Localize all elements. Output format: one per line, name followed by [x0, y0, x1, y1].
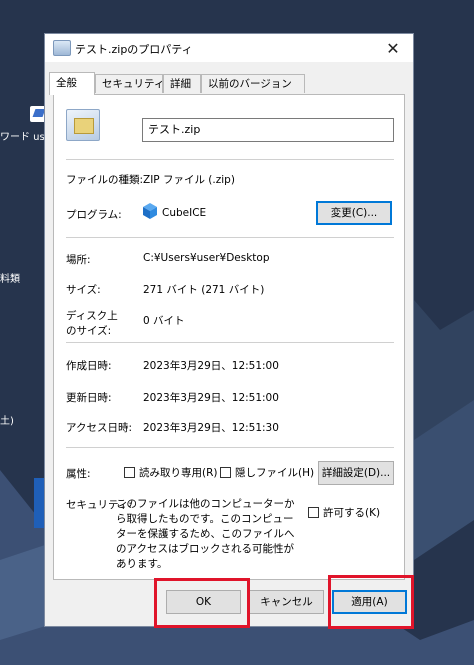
location-label: 場所:	[66, 254, 91, 266]
disk-size-label-line2: のサイズ:	[66, 325, 112, 337]
desktop-label-3[interactable]: 土)	[0, 412, 14, 427]
allow-checkbox[interactable]: 許可する(K)	[308, 505, 380, 520]
size-value: 271 バイト (271 バイト)	[143, 284, 265, 296]
hidden-label: 隠しファイル(H)	[235, 467, 315, 479]
attributes-label: 属性:	[66, 468, 91, 480]
checkbox-box[interactable]	[308, 507, 319, 518]
general-tab-panel: テスト.zip ファイルの種類: ZIP ファイル (.zip) プログラム: …	[53, 94, 405, 580]
disk-size-label-line1: ディスク上	[66, 310, 118, 322]
accessed-value: 2023年3月29日、12:51:30	[143, 422, 279, 434]
close-button[interactable]: ✕	[373, 34, 413, 62]
change-program-button[interactable]: 変更(C)...	[316, 201, 392, 225]
ok-highlight-box	[154, 578, 250, 628]
zip-file-icon	[66, 109, 100, 141]
readonly-checkbox[interactable]: 読み取り専用(R)	[124, 465, 218, 480]
title-bar[interactable]: テスト.zipのプロパティ ✕	[45, 34, 413, 62]
allow-label: 許可する(K)	[323, 507, 381, 519]
cubeice-icon	[143, 203, 157, 219]
divider	[66, 159, 394, 160]
file-type-label: ファイルの種類:	[66, 174, 144, 186]
checkbox-box[interactable]	[124, 467, 135, 478]
divider	[66, 447, 394, 448]
disk-size-value: 0 バイト	[143, 315, 185, 327]
properties-dialog: テスト.zipのプロパティ ✕ 全般 セキュリティ 詳細 以前のバージョン テス…	[44, 33, 414, 627]
created-label: 作成日時:	[66, 360, 112, 372]
tab-details[interactable]: 詳細	[163, 74, 201, 93]
advanced-attributes-button[interactable]: 詳細設定(D)...	[318, 461, 394, 485]
location-value: C:¥Users¥user¥Desktop	[143, 252, 270, 264]
modified-label: 更新日時:	[66, 392, 112, 404]
hidden-checkbox[interactable]: 隠しファイル(H)	[220, 465, 314, 480]
modified-value: 2023年3月29日、12:51:00	[143, 392, 279, 404]
dialog-title: テスト.zipのプロパティ	[75, 43, 193, 56]
program-label: プログラム:	[66, 209, 122, 221]
security-message: このファイルは他のコンピューターから取得したものです。このコンピューターを保護す…	[116, 498, 295, 570]
cancel-button[interactable]: キャンセル	[249, 590, 324, 614]
size-label: サイズ:	[66, 284, 101, 296]
program-value: CubeICE	[162, 207, 207, 219]
desktop-label-2[interactable]: 料類	[0, 270, 20, 285]
readonly-label: 読み取り専用(R)	[139, 467, 218, 479]
checkbox-box[interactable]	[220, 467, 231, 478]
divider	[66, 342, 394, 343]
file-name-field[interactable]: テスト.zip	[142, 118, 394, 142]
tab-security[interactable]: セキュリティ	[95, 74, 164, 93]
zip-file-icon	[53, 40, 71, 56]
apply-highlight-box	[328, 575, 414, 629]
divider	[66, 237, 394, 238]
accessed-label: アクセス日時:	[66, 422, 133, 434]
tab-previous-versions[interactable]: 以前のバージョン	[201, 74, 305, 93]
created-value: 2023年3月29日、12:51:00	[143, 360, 279, 372]
tab-general[interactable]: 全般	[49, 72, 95, 95]
file-type-value: ZIP ファイル (.zip)	[143, 174, 235, 186]
